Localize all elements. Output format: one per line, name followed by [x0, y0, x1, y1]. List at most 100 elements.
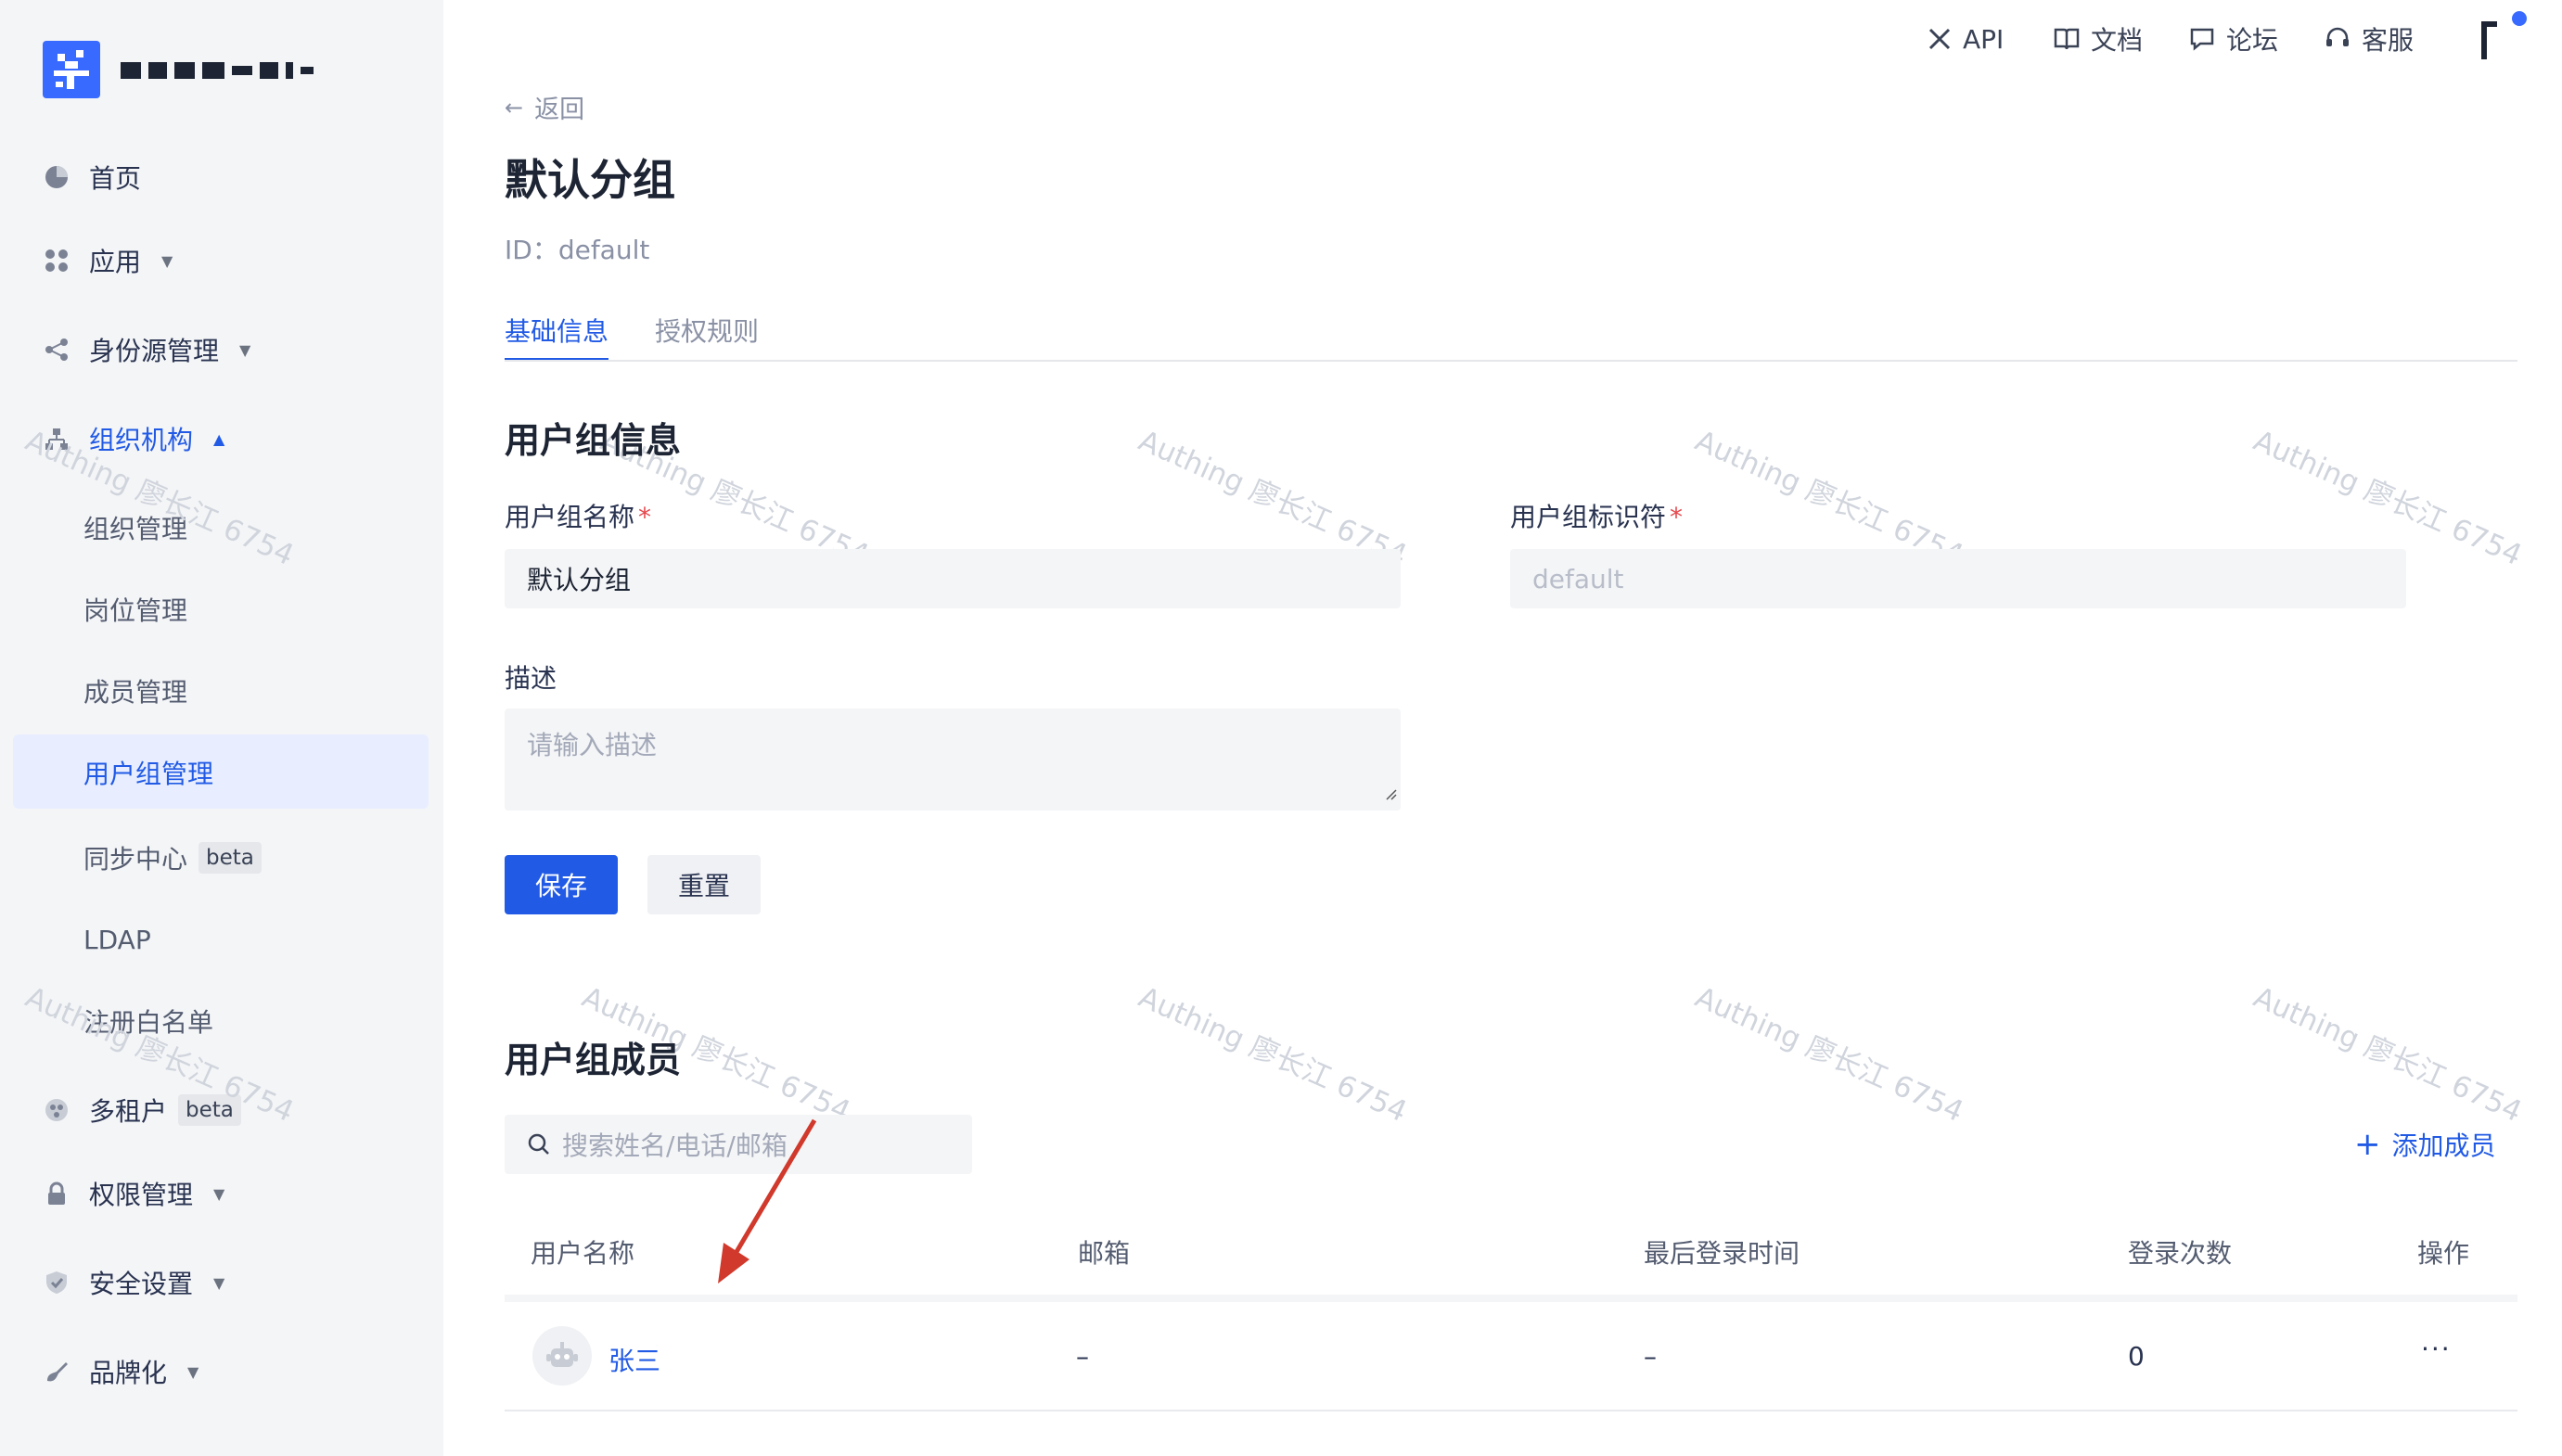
sub-user-group-management[interactable]: 用户组管理 [83, 749, 213, 796]
share-icon [43, 336, 70, 364]
more-actions-button[interactable]: ··· [2421, 1334, 2452, 1364]
add-member-label: 添加成员 [2391, 1130, 2496, 1161]
back-label: 返回 [534, 96, 585, 124]
nav-security-label: 安全设置 [89, 1269, 194, 1299]
chevron-down-icon: ▼ [213, 1184, 225, 1203]
sub-item-label: 组织管理 [83, 514, 188, 544]
plus-icon: + [2354, 1126, 2381, 1163]
add-member-button[interactable]: + 添加成员 [2354, 1126, 2496, 1163]
topbar-forum-label: 论坛 [2226, 25, 2279, 56]
sub-item-label: LDAP [83, 924, 151, 955]
annotation-arrow-icon [705, 1113, 835, 1293]
notification-dot [2512, 11, 2527, 26]
sidebar: 首页 应用 ▼ 身份源管理 ▼ 组织机构 ▲ 组织管理 岗位管理 成员管理 用户… [0, 0, 443, 1456]
row-divider [505, 1410, 2517, 1411]
description-label: 描述 [505, 663, 557, 694]
search-icon [527, 1132, 551, 1156]
column-header-login-count: 登录次数 [2128, 1238, 2233, 1269]
selected-item-highlight [13, 734, 429, 809]
sub-org-management[interactable]: 组织管理 [83, 504, 187, 551]
sub-ldap[interactable]: LDAP [83, 916, 151, 963]
column-header-username: 用户名称 [531, 1238, 635, 1269]
resize-handle-icon[interactable] [1382, 776, 1397, 807]
nav-multi-tenant[interactable]: 多租户 beta [43, 1087, 241, 1133]
arrow-left-icon: ← [505, 94, 524, 121]
tab-authorization-rules[interactable]: 授权规则 [655, 312, 759, 362]
group-name-label: 用户组名称 * [505, 502, 652, 532]
nav-permissions-label: 权限管理 [89, 1180, 194, 1210]
sub-sync-center[interactable]: 同步中心 beta [83, 835, 262, 881]
column-header-actions: 操作 [2417, 1238, 2470, 1269]
sub-register-whitelist[interactable]: 注册白名单 [83, 998, 213, 1044]
nav-apps[interactable]: 应用 ▼ [43, 237, 173, 284]
nav-multi-tenant-label: 多租户 [89, 1096, 168, 1127]
nav-permissions[interactable]: 权限管理 ▼ [43, 1170, 224, 1217]
nav-home-label: 首页 [89, 163, 142, 194]
beta-badge: beta [199, 842, 262, 874]
nav-home[interactable]: 首页 [43, 154, 141, 200]
page-title: 默认分组 [505, 155, 675, 205]
watermark: Authing 廖长江 6754 [2248, 980, 2527, 1130]
watermark: Authing 廖长江 6754 [1134, 980, 1412, 1130]
topbar-api-link[interactable]: API [1928, 19, 2004, 59]
app-name [121, 52, 314, 89]
back-link[interactable]: ← 返回 [505, 89, 584, 125]
user-avatar-robot-icon [532, 1326, 592, 1386]
shield-icon [43, 1269, 70, 1296]
sub-item-label: 岗位管理 [83, 595, 188, 626]
org-tree-icon [43, 425, 70, 453]
nav-organization[interactable]: 组织机构 ▲ [43, 415, 224, 462]
chevron-down-icon: ▼ [213, 1273, 225, 1292]
nav-identity-sources-label: 身份源管理 [89, 336, 220, 366]
topbar-support-link[interactable]: 客服 [2325, 19, 2414, 59]
tab-basic-info[interactable]: 基础信息 [505, 312, 609, 362]
book-icon [2054, 27, 2080, 51]
topbar-support-label: 客服 [2362, 25, 2415, 56]
chevron-down-icon: ▼ [187, 1362, 199, 1381]
tab-bar: 基础信息 授权规则 [505, 312, 805, 362]
chat-icon [2189, 27, 2215, 51]
topbar-docs-link[interactable]: 文档 [2054, 19, 2143, 59]
reset-button[interactable]: 重置 [647, 855, 761, 914]
description-placeholder: 请输入描述 [527, 730, 658, 760]
app-logo[interactable] [43, 41, 100, 98]
user-login-count: 0 [2128, 1341, 2145, 1372]
table-header-divider [505, 1295, 2517, 1302]
user-email: – [1076, 1341, 1089, 1372]
group-id: ID：default [505, 235, 650, 265]
sub-item-label: 成员管理 [83, 677, 188, 708]
tab-divider [505, 360, 2517, 362]
save-button[interactable]: 保存 [505, 855, 618, 914]
sub-item-label: 注册白名单 [83, 1007, 214, 1038]
sub-item-label: 同步中心 [83, 844, 188, 875]
group-name-input[interactable]: 默认分组 [505, 549, 1401, 608]
description-textarea[interactable]: 请输入描述 [505, 709, 1401, 811]
nav-branding-label: 品牌化 [89, 1358, 168, 1388]
sub-member-management[interactable]: 成员管理 [83, 668, 187, 714]
topbar-forum-link[interactable]: 论坛 [2189, 19, 2278, 59]
lock-icon [43, 1180, 70, 1207]
group-code-input: default [1510, 549, 2406, 608]
user-name-link[interactable]: 张三 [608, 1341, 660, 1378]
nav-security[interactable]: 安全设置 ▼ [43, 1259, 224, 1306]
chevron-down-icon: ▼ [239, 340, 251, 359]
chevron-up-icon: ▲ [213, 429, 225, 448]
watermark: Authing 廖长江 6754 [1690, 980, 1968, 1130]
user-avatar[interactable] [2477, 17, 2514, 63]
nav-identity-sources[interactable]: 身份源管理 ▼ [43, 326, 250, 373]
group-members-title: 用户组成员 [505, 1040, 682, 1080]
tools-icon [1928, 27, 1952, 51]
column-header-last-login: 最后登录时间 [1644, 1238, 1800, 1269]
user-last-login: – [1644, 1341, 1657, 1372]
group-code-label: 用户组标识符 * [1510, 502, 1684, 532]
nav-apps-label: 应用 [89, 247, 142, 277]
nav-branding[interactable]: 品牌化 ▼ [43, 1348, 199, 1395]
tenant-icon [43, 1096, 70, 1124]
topbar-docs-label: 文档 [2091, 25, 2144, 56]
pie-chart-icon [43, 163, 70, 191]
brush-icon [43, 1358, 70, 1386]
sub-item-label: 用户组管理 [83, 759, 214, 789]
topbar-api-label: API [1963, 23, 2005, 55]
beta-badge: beta [178, 1094, 241, 1126]
sub-position-management[interactable]: 岗位管理 [83, 586, 187, 632]
